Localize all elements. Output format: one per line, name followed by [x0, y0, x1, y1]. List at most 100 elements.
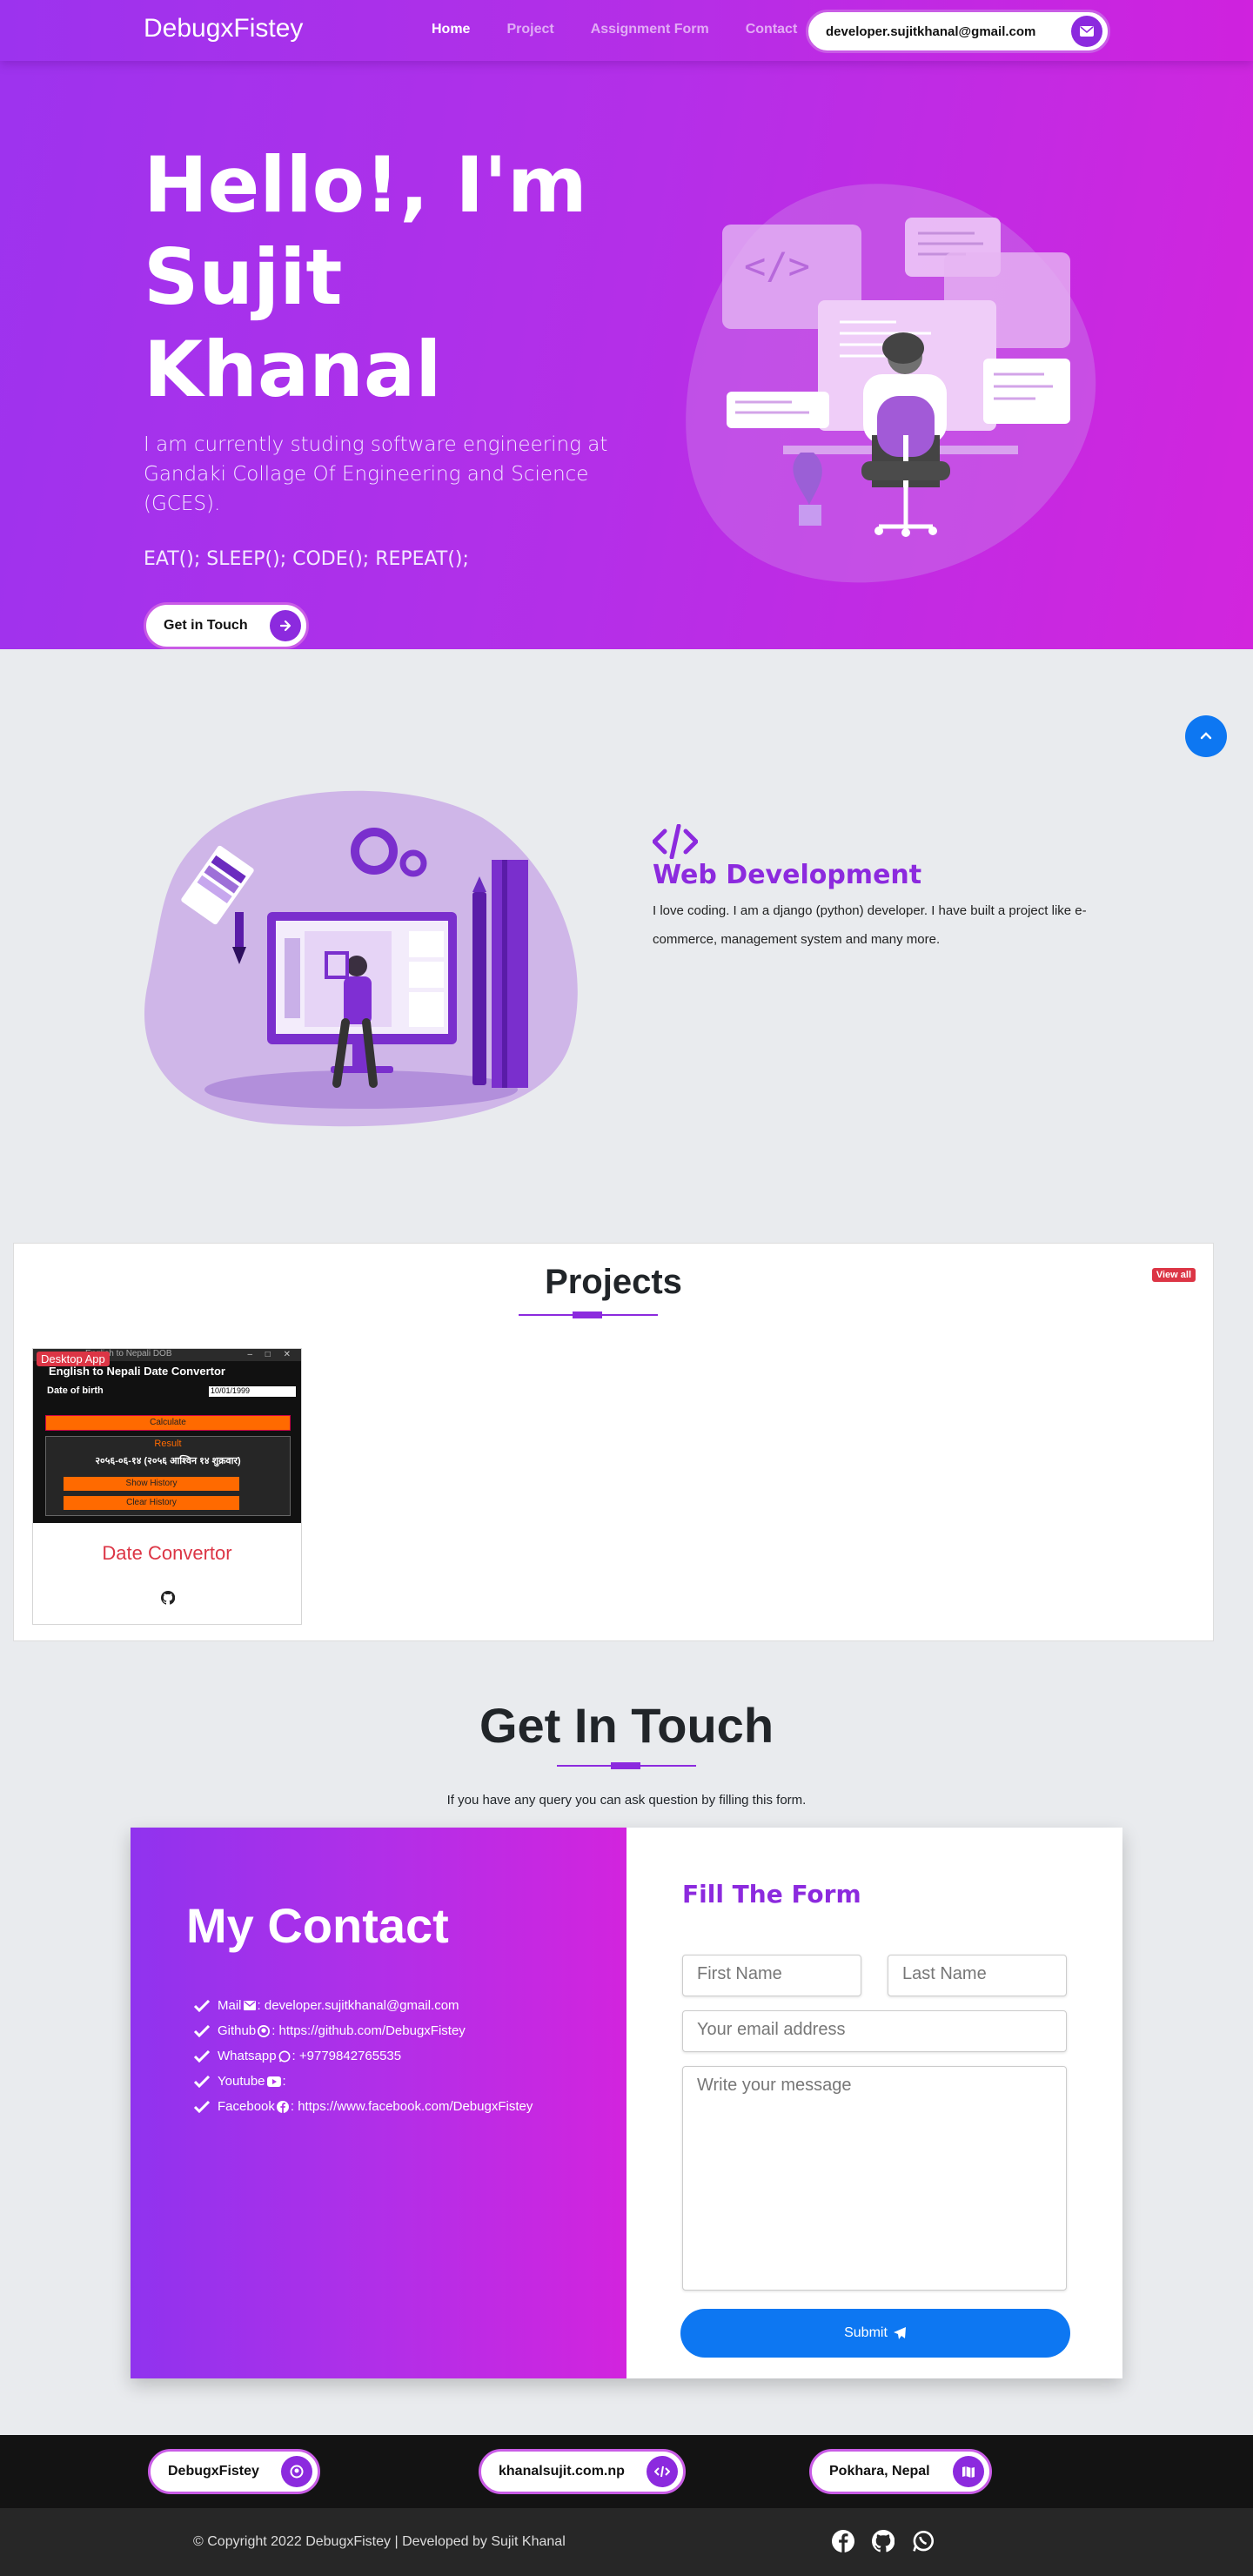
map-icon [953, 2456, 984, 2487]
nav-link-contact[interactable]: Contact [746, 22, 798, 37]
footer-pill-github-label: DebugxFistey [168, 2464, 259, 2479]
code-icon [647, 2456, 678, 2487]
youtube-icon [266, 2076, 281, 2087]
facebook-icon[interactable] [832, 2530, 854, 2553]
contact-label-mail: Mail [218, 1998, 242, 2013]
project-title[interactable]: Date Convertor [33, 1542, 301, 1565]
app-result-value: २०५६-०६-१४ (२०५६ आश्विन १४ शुक्रवार) [95, 1456, 241, 1466]
footer-pill-location[interactable]: Pokhara, Nepal [809, 2449, 992, 2494]
contact-title: Get In Touch [479, 1698, 774, 1753]
project-thumbnail: Desktop App English to Nepali DOB – □ ✕ … [33, 1349, 301, 1523]
contact-value-facebook: : https://www.facebook.com/DebugxFistey [290, 2099, 533, 2114]
footer-pill-location-label: Pokhara, Nepal [829, 2464, 930, 2479]
copyright-text: © Copyright 2022 DebugxFistey | Develope… [193, 2534, 566, 2549]
contact-item-mail[interactable]: Mail : developer.sujitkhanal@gmail.com [193, 1993, 533, 2018]
submit-label: Submit [844, 2325, 888, 2340]
app-calculate-button: Calculate [45, 1415, 291, 1431]
envelope-icon [1071, 16, 1102, 47]
app-show-history-button: Show History [64, 1477, 239, 1491]
message-textarea[interactable]: Write your message [682, 2066, 1067, 2291]
facebook-icon [276, 2100, 289, 2113]
contact-item-whatsapp[interactable]: Whatsapp : +9779842765535 [193, 2043, 533, 2069]
contact-value-youtube: : [282, 2074, 286, 2089]
email-input[interactable]: Your email address [682, 2010, 1067, 2052]
contact-label-facebook: Facebook [218, 2099, 275, 2114]
code-icon [653, 824, 698, 859]
last-name-input[interactable]: Last Name [888, 1955, 1067, 1996]
contact-subtitle: If you have any query you can ask questi… [446, 1793, 807, 1808]
check-icon [193, 2049, 211, 2063]
my-contact-title: My Contact [186, 1898, 449, 1953]
footer-bottom: © Copyright 2022 DebugxFistey | Develope… [0, 2508, 1253, 2576]
contact-value-whatsapp: : +9779842765535 [291, 2049, 402, 2063]
whatsapp-icon [278, 2050, 291, 2063]
whatsapp-icon[interactable] [912, 2530, 935, 2553]
hero-section: Hello!, I'm Sujit Khanal I am currently … [0, 0, 1253, 649]
github-icon[interactable] [872, 2530, 895, 2553]
contact-panel: My Contact Mail : developer.sujitkhanal@… [131, 1828, 1122, 2378]
get-in-touch-button[interactable]: Get in Touch [144, 602, 309, 649]
web-development-illustration [144, 790, 578, 1127]
view-all-button[interactable]: View all [1151, 1268, 1196, 1282]
app-clear-history-button: Clear History [64, 1496, 239, 1510]
projects-section: Projects View all Desktop App English to… [13, 1243, 1214, 1641]
check-icon [193, 2075, 211, 2088]
contact-label-youtube: Youtube [218, 2074, 265, 2089]
get-in-touch-label: Get in Touch [164, 618, 248, 633]
nav-links: Home Project Assignment Form Contact [432, 22, 834, 37]
email-label: developer.sujitkhanal@gmail.com [826, 23, 1036, 39]
scroll-to-top-button[interactable] [1185, 715, 1227, 757]
check-icon [193, 1999, 211, 2012]
contact-item-facebook[interactable]: Facebook : https://www.facebook.com/Debu… [193, 2094, 533, 2119]
contact-item-github[interactable]: Github : https://github.com/DebugxFistey [193, 2018, 533, 2043]
social-links [832, 2530, 935, 2553]
first-name-input[interactable]: First Name [682, 1955, 861, 1996]
nav-link-assignment-form[interactable]: Assignment Form [591, 22, 709, 37]
contact-value-github: : https://github.com/DebugxFistey [271, 2023, 466, 2038]
developer-illustration: </> [686, 184, 1096, 583]
email-button[interactable]: developer.sujitkhanal@gmail.com [806, 10, 1110, 53]
chevron-up-icon [1200, 732, 1212, 740]
web-development-text: I love coding. I am a django (python) de… [653, 903, 1087, 947]
contact-value-mail: : developer.sujitkhanal@gmail.com [257, 1998, 459, 2013]
hero-motto: EAT(); SLEEP(); CODE(); REPEAT(); [144, 548, 469, 570]
navbar: DebugxFistey Home Project Assignment For… [0, 0, 1253, 61]
app-result-box: Result २०५६-०६-१४ (२०५६ आश्विन १४ शुक्रव… [45, 1436, 291, 1516]
contact-list: Mail : developer.sujitkhanal@gmail.com G… [193, 1993, 533, 2119]
form-title: Fill The Form [682, 1880, 861, 1909]
svg-text:</>: </> [744, 245, 810, 287]
my-contact-panel: My Contact Mail : developer.sujitkhanal@… [131, 1828, 626, 2378]
footer-pill-website-label: khanalsujit.com.np [499, 2464, 625, 2479]
projects-underline [519, 1311, 658, 1318]
app-dob-input: 10/01/1999 [209, 1386, 296, 1397]
contact-item-youtube[interactable]: Youtube : [193, 2069, 533, 2094]
arrow-right-icon [270, 610, 301, 641]
footer-pill-website[interactable]: khanalsujit.com.np [479, 2449, 686, 2494]
github-icon[interactable] [160, 1590, 176, 1609]
app-result-label: Result [154, 1439, 182, 1449]
contact-label-whatsapp: Whatsapp [218, 2049, 277, 2063]
brand-logo[interactable]: DebugxFistey [144, 14, 303, 44]
envelope-icon [243, 2001, 256, 2010]
paper-plane-icon [893, 2327, 906, 2339]
project-card[interactable]: Desktop App English to Nepali DOB – □ ✕ … [32, 1348, 302, 1625]
contact-label-github: Github [218, 2023, 257, 2038]
hero-title: Hello!, I'm Sujit Khanal [144, 140, 587, 414]
check-icon [193, 2024, 211, 2037]
hero-description: I am currently studing software engineer… [144, 433, 608, 515]
contact-underline [557, 1762, 696, 1769]
footer-links: DebugxFistey khanalsujit.com.np Pokhara,… [0, 2435, 1253, 2508]
github-icon [258, 2024, 271, 2037]
nav-link-project[interactable]: Project [506, 22, 553, 37]
window-controls-icon: – □ ✕ [247, 1350, 296, 1359]
check-icon [193, 2100, 211, 2113]
github-icon [281, 2456, 312, 2487]
app-heading: English to Nepali Date Convertor [49, 1365, 225, 1378]
web-development-title: Web Development [653, 860, 922, 890]
footer-pill-github[interactable]: DebugxFistey [148, 2449, 320, 2494]
contact-form: Fill The Form First Name Last Name Your … [626, 1828, 1122, 2378]
app-dob-label: Date of birth [47, 1385, 104, 1396]
nav-link-home[interactable]: Home [432, 22, 470, 37]
projects-title: Projects [545, 1263, 682, 1301]
submit-button[interactable]: Submit [680, 2309, 1070, 2358]
